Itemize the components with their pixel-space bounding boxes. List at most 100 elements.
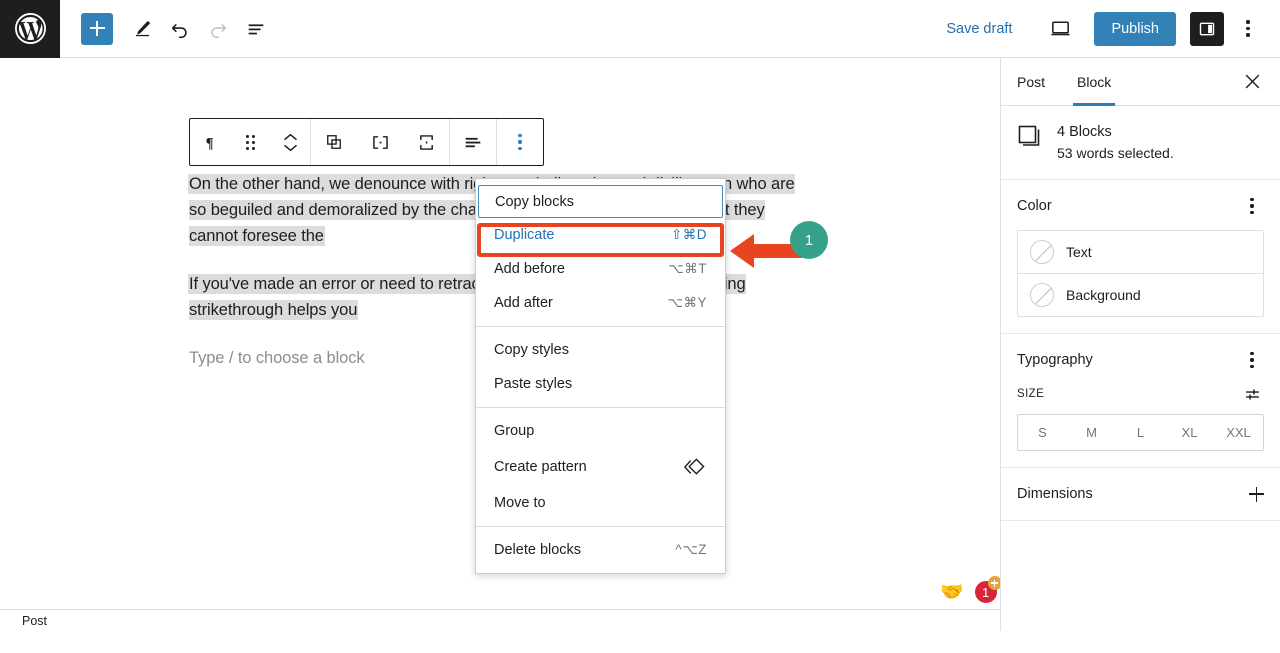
- menu-item-label: Add after: [494, 295, 553, 311]
- color-row-background[interactable]: Background: [1018, 273, 1263, 316]
- drag-dots-icon: [245, 134, 255, 150]
- menu-item-delete-blocks[interactable]: Delete blocks ^⌥Z: [476, 533, 725, 567]
- menu-item-copy-styles[interactable]: Copy styles: [476, 333, 725, 367]
- menu-item-label: Add before: [494, 261, 565, 277]
- copy-blocks-button[interactable]: [311, 119, 357, 165]
- tab-post[interactable]: Post: [1001, 58, 1061, 106]
- add-block-button[interactable]: [81, 12, 113, 45]
- more-options-button[interactable]: [497, 119, 543, 165]
- menu-item-duplicate[interactable]: Duplicate ⇧⌘D: [476, 218, 725, 252]
- color-section-title: Color: [1017, 198, 1052, 214]
- color-section: Color Text Background: [1001, 180, 1280, 334]
- color-row-text[interactable]: Text: [1018, 231, 1263, 273]
- menu-item-label: Duplicate: [494, 227, 555, 243]
- handshake-icon[interactable]: 🤝: [940, 583, 964, 602]
- drag-handle-button[interactable]: [230, 119, 270, 165]
- text-color-swatch: [1030, 240, 1054, 264]
- close-sidebar-button[interactable]: [1238, 68, 1266, 96]
- menu-section-3: Group Create pattern Move to: [476, 407, 725, 526]
- blocks-stack-icon: [1018, 125, 1040, 146]
- font-size-options: S M L XL XXL: [1017, 414, 1264, 451]
- settings-panel-toggle-button[interactable]: [1190, 11, 1224, 46]
- menu-item-copy-blocks[interactable]: Copy blocks: [478, 185, 723, 218]
- menu-item-shortcut: ⇧⌘D: [670, 227, 707, 242]
- pencil-icon: [135, 21, 150, 37]
- vertical-ellipsis-icon: [1246, 20, 1250, 37]
- chevron-up-down-icon: [283, 133, 297, 152]
- block-toolbar-group-3: [450, 119, 496, 165]
- notification-badge[interactable]: 1: [972, 576, 1000, 605]
- close-x-icon: [1245, 74, 1259, 89]
- vertical-ellipsis-icon: [518, 133, 522, 151]
- menu-item-label: Group: [494, 423, 535, 439]
- menu-item-label: Paste styles: [494, 376, 573, 392]
- tab-block[interactable]: Block: [1061, 58, 1127, 106]
- menu-item-group[interactable]: Group: [476, 414, 725, 448]
- save-draft-button[interactable]: Save draft: [934, 13, 1024, 45]
- font-size-m[interactable]: M: [1067, 415, 1116, 450]
- menu-item-shortcut: ^⌥Z: [675, 542, 707, 557]
- color-options-button[interactable]: [1240, 194, 1264, 218]
- font-size-label: SIZE: [1017, 388, 1045, 400]
- undo-button[interactable]: [161, 10, 199, 48]
- block-toolbar: ¶: [189, 118, 544, 166]
- publish-button[interactable]: Publish: [1094, 11, 1176, 46]
- menu-item-label: Move to: [494, 495, 546, 511]
- font-size-xl[interactable]: XL: [1165, 415, 1214, 450]
- font-size-xxl[interactable]: XXL: [1214, 415, 1263, 450]
- annotation-step-number: 1: [804, 231, 814, 249]
- redo-arrow-icon: [211, 23, 227, 38]
- svg-text:¶: ¶: [205, 135, 213, 151]
- menu-item-paste-styles[interactable]: Paste styles: [476, 367, 725, 401]
- add-dimension-button[interactable]: [1249, 486, 1264, 502]
- copy-squares-icon: [327, 135, 341, 149]
- block-count-title: 4 Blocks: [1057, 124, 1112, 140]
- paragraph-block-type-button[interactable]: ¶: [190, 119, 230, 165]
- align-button[interactable]: [450, 119, 496, 165]
- redo-button[interactable]: [199, 10, 237, 48]
- menu-item-add-after[interactable]: Add after ⌥⌘Y: [476, 286, 725, 320]
- font-size-s[interactable]: S: [1018, 415, 1067, 450]
- wordpress-block-editor: Save draft Publish ¶ On the other hand, …: [0, 0, 1280, 653]
- wordpress-logo[interactable]: [0, 0, 60, 58]
- menu-item-label: Copy styles: [494, 342, 569, 358]
- font-size-l[interactable]: L: [1116, 415, 1165, 450]
- tools-edit-button[interactable]: [123, 10, 161, 48]
- preview-device-button[interactable]: [1040, 10, 1080, 48]
- menu-item-label: Delete blocks: [494, 542, 582, 558]
- list-view-icon: [248, 23, 264, 34]
- undo-arrow-icon: [171, 23, 187, 38]
- split-button[interactable]: [357, 119, 403, 165]
- breadcrumb-post[interactable]: Post: [22, 614, 47, 628]
- list-view-button[interactable]: [237, 10, 275, 48]
- menu-item-shortcut: ⌥⌘Y: [667, 295, 707, 310]
- vertical-merge-icon: [419, 134, 433, 150]
- color-section-header: Color: [1017, 194, 1264, 218]
- editor-options-button[interactable]: [1230, 10, 1266, 48]
- editor-top-bar: Save draft Publish: [0, 0, 1280, 58]
- move-up-down-button[interactable]: [270, 119, 310, 165]
- menu-item-move-to[interactable]: Move to: [476, 486, 725, 520]
- merge-button[interactable]: [403, 119, 449, 165]
- block-info: 4 Blocks 53 words selected.: [1001, 106, 1280, 180]
- align-left-icon: [465, 137, 481, 148]
- wordpress-logo-icon: [14, 13, 46, 44]
- horizontal-split-icon: [372, 135, 388, 149]
- floating-badges: 🤝 1: [940, 576, 1000, 605]
- color-row-label: Background: [1066, 287, 1141, 303]
- sidebar-panel-icon: [1199, 22, 1215, 35]
- font-size-settings-button[interactable]: [1240, 384, 1264, 404]
- dimensions-section-title: Dimensions: [1017, 486, 1093, 502]
- block-toolbar-group-1: ¶: [190, 119, 310, 165]
- add-plus-badge-icon: [987, 576, 1000, 590]
- plus-icon: [89, 21, 105, 36]
- color-options-list: Text Background: [1017, 230, 1264, 317]
- menu-section-1: Copy blocks Duplicate ⇧⌘D Add before ⌥⌘T…: [476, 179, 725, 326]
- typography-options-button[interactable]: [1240, 348, 1264, 372]
- annotation-step-badge: 1: [790, 221, 828, 259]
- menu-item-add-before[interactable]: Add before ⌥⌘T: [476, 252, 725, 286]
- settings-sidebar: Post Block 4 Blocks 53 words selected. C…: [1000, 58, 1280, 631]
- pattern-diamond-icon: [683, 457, 707, 477]
- paragraph-pilcrow-icon: ¶: [205, 135, 213, 151]
- menu-item-create-pattern[interactable]: Create pattern: [476, 448, 725, 486]
